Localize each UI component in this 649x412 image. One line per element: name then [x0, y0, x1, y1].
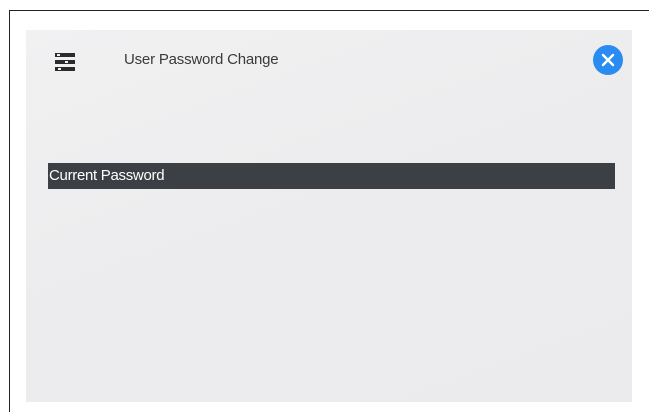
- dialog-title: User Password Change: [124, 51, 279, 68]
- frame-border-left: [9, 10, 10, 412]
- current-password-label: Current Password: [49, 167, 165, 184]
- password-change-dialog: User Password Change Current Password: [26, 30, 632, 402]
- frame-border-top: [9, 10, 649, 11]
- close-icon: [601, 53, 615, 67]
- close-button[interactable]: [593, 45, 623, 75]
- current-password-field[interactable]: Current Password: [48, 163, 615, 189]
- settings-sliders-icon: [54, 51, 76, 73]
